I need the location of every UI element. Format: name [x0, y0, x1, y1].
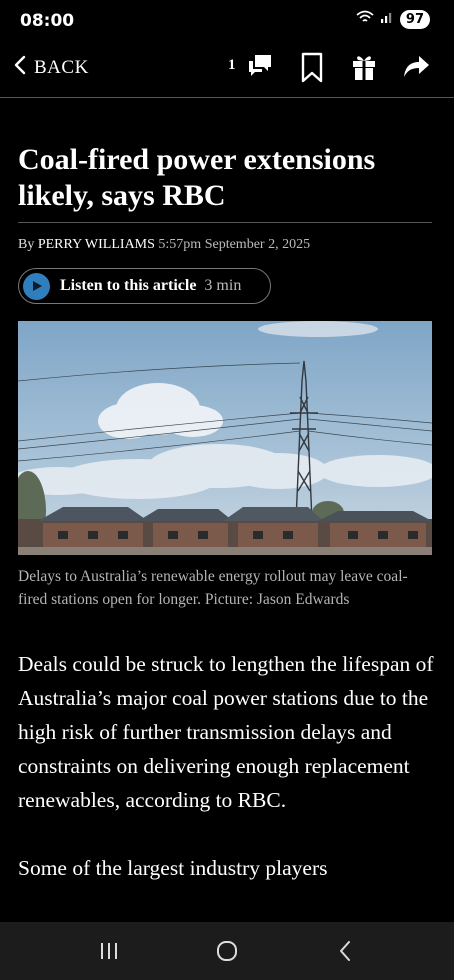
back-label: BACK	[34, 56, 89, 78]
headline-divider	[18, 222, 432, 223]
byline-prefix: By	[18, 237, 35, 252]
back-nav-icon[interactable]	[315, 931, 375, 971]
article-image[interactable]	[18, 321, 432, 555]
home-icon[interactable]	[197, 931, 257, 971]
image-caption: Delays to Australia’s renewable energy r…	[18, 568, 408, 608]
byline: By PERRY WILLIAMS 5:57pm September 2, 20…	[18, 237, 310, 253]
chevron-left-icon	[14, 55, 26, 80]
share-icon[interactable]	[402, 54, 430, 85]
status-icons: 97	[356, 10, 430, 29]
status-time: 08:00	[20, 11, 75, 31]
author-name[interactable]: PERRY WILLIAMS	[38, 237, 155, 252]
signal-icon	[380, 10, 394, 29]
wifi-icon	[356, 10, 374, 29]
comment-count[interactable]: 1	[228, 57, 236, 74]
listen-button[interactable]: Listen to this article 3 min	[18, 268, 271, 304]
listen-label: Listen to this article	[60, 277, 197, 294]
battery-icon: 97	[399, 10, 430, 29]
article-paragraph: Some of the largest industry players	[18, 856, 328, 880]
article-body: Deals could be struck to lengthen the li…	[18, 647, 438, 919]
article-paragraph: Deals could be struck to lengthen the li…	[18, 652, 434, 812]
back-button[interactable]: BACK	[14, 55, 89, 80]
comments-icon[interactable]	[246, 52, 274, 85]
listen-duration: 3 min	[204, 277, 242, 294]
article-headline: Coal-fired power extensions likely, says…	[18, 143, 376, 212]
app-header: BACK 1	[0, 40, 454, 98]
system-nav-bar	[0, 922, 454, 980]
gift-icon[interactable]	[351, 52, 377, 87]
publish-timestamp: 5:57pm September 2, 2025	[158, 237, 311, 252]
status-bar: 08:00 97	[0, 0, 454, 40]
play-icon	[23, 272, 50, 300]
bookmark-icon[interactable]	[300, 52, 324, 89]
recent-apps-icon[interactable]	[79, 931, 139, 971]
